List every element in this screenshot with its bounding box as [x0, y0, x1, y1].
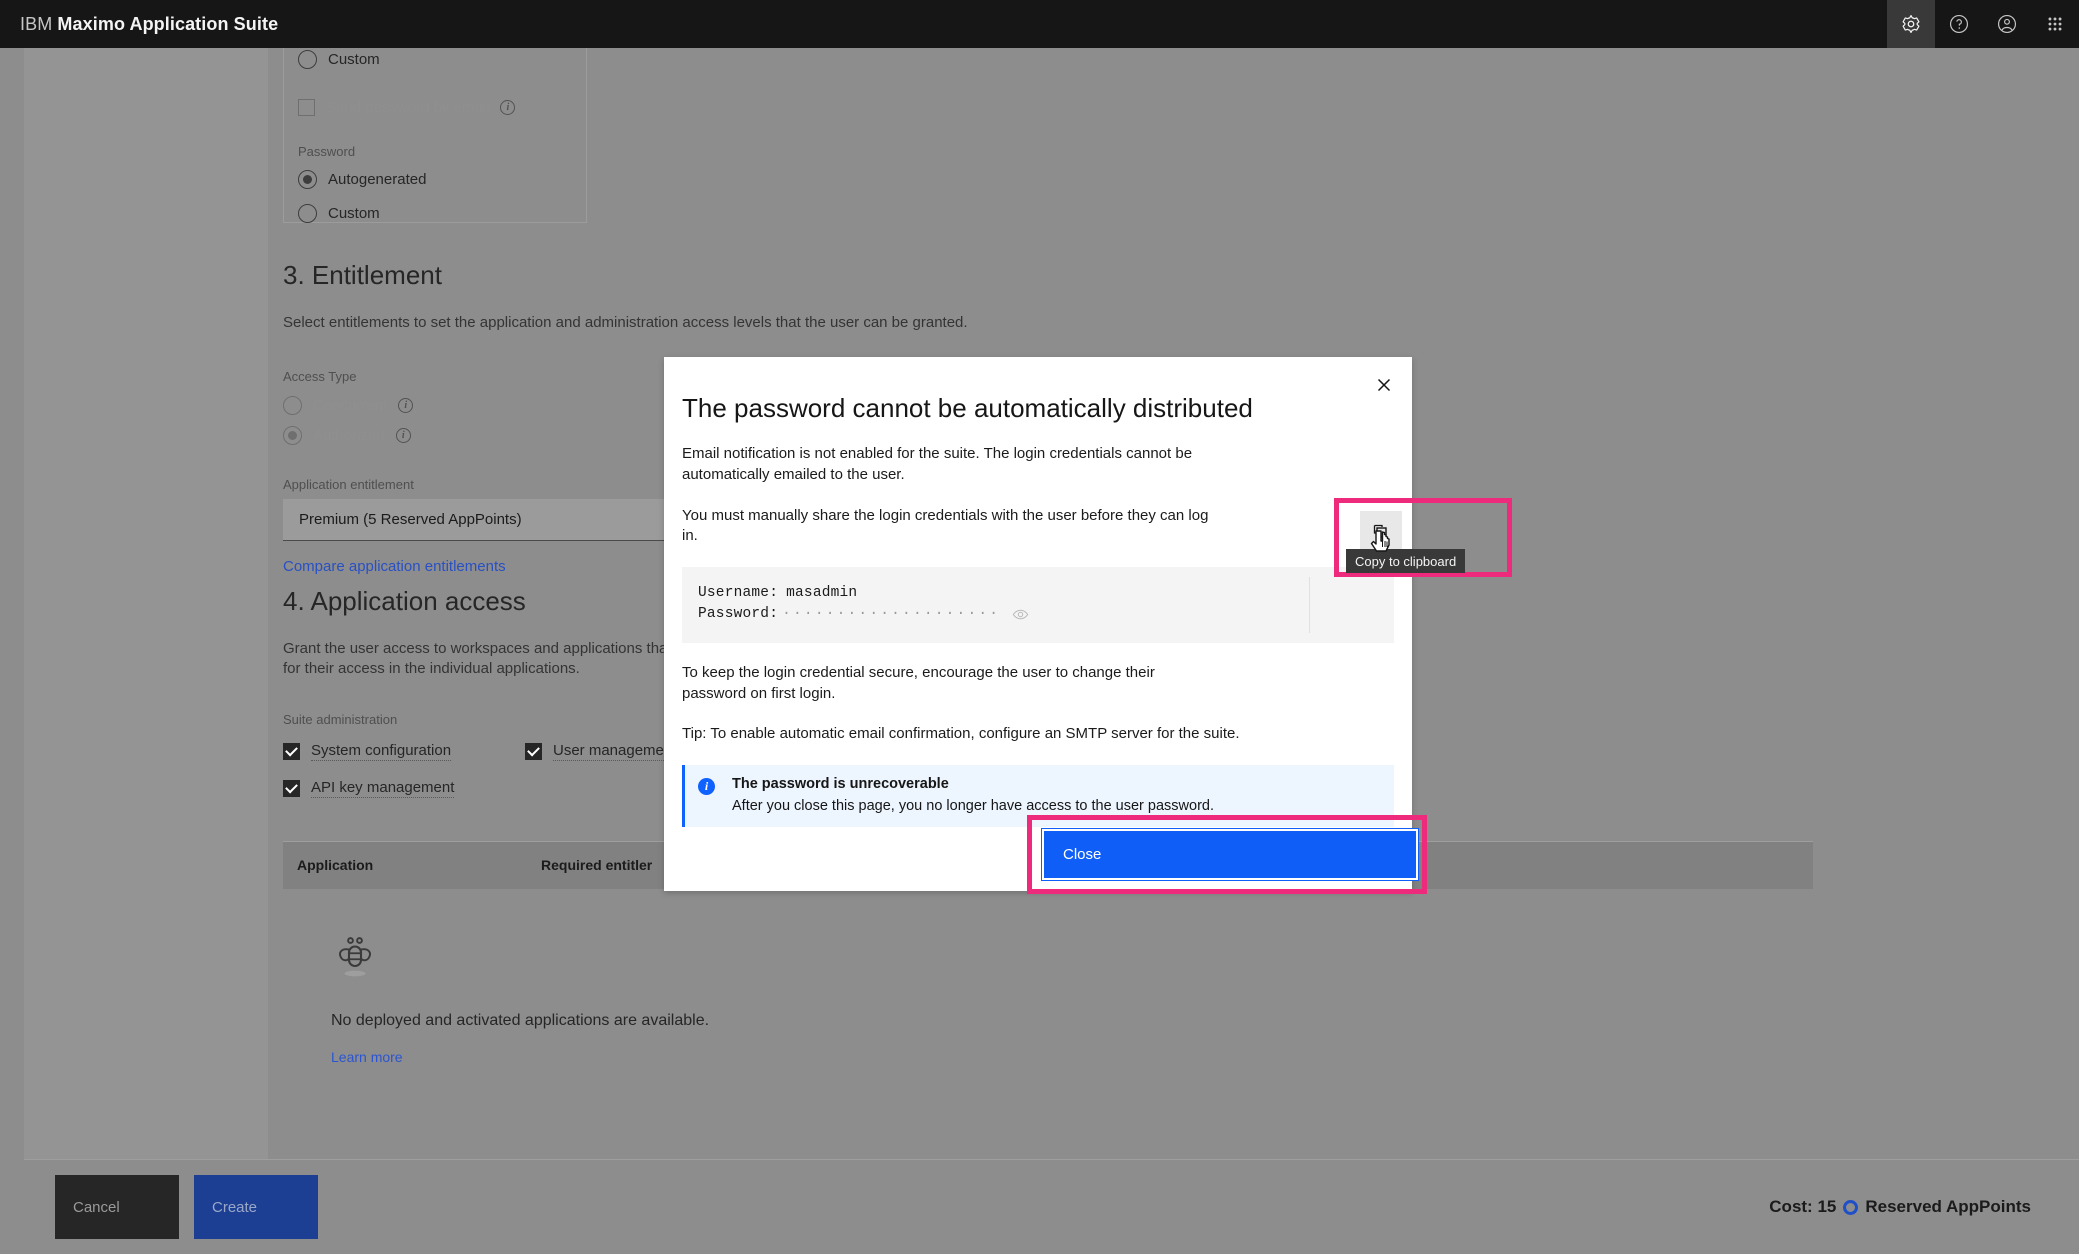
- view-icon: [1012, 609, 1029, 620]
- username-value: masadmin: [786, 584, 858, 601]
- close-icon: [1377, 378, 1391, 392]
- credentials-box: Username: masadmin Password: ···········…: [682, 566, 1394, 643]
- radio-label: Custom: [328, 50, 380, 68]
- radio-label: Custom: [328, 204, 380, 222]
- table-column-required-entitlement: Required entitler: [541, 857, 653, 873]
- select-value: Premium (5 Reserved AppPoints): [299, 511, 522, 529]
- section-description: Select entitlements to set the applicati…: [283, 314, 968, 331]
- username-label: Username:: [698, 584, 779, 601]
- app-title: IBM Maximo Application Suite: [0, 14, 278, 35]
- modal-paragraph-4: Tip: To enable automatic email confirmat…: [682, 725, 1240, 743]
- checkbox-user-management[interactable]: User management: [525, 738, 677, 766]
- radio-label: Autogenerated: [328, 170, 427, 188]
- administration-button[interactable]: [1887, 0, 1935, 48]
- password-masked-value: ····················: [782, 605, 1001, 622]
- radio-custom-top[interactable]: Custom: [298, 45, 586, 73]
- app-title-main: Maximo Application Suite: [57, 13, 279, 34]
- checkbox-send-password-by-email[interactable]: Send password by email i: [298, 93, 586, 121]
- credentials-divider: [1309, 576, 1310, 633]
- information-icon: i: [698, 778, 715, 795]
- info-icon[interactable]: i: [398, 397, 414, 413]
- help-icon: [1949, 14, 1969, 34]
- radio-label: Authorized: [313, 426, 385, 444]
- close-button[interactable]: Close: [1041, 828, 1419, 881]
- inline-notification: i The password is unrecoverable After yo…: [682, 765, 1394, 827]
- apppoints-ring-icon: [1843, 1199, 1859, 1215]
- radio-autogenerated[interactable]: Autogenerated: [298, 165, 586, 193]
- checkbox-label: API key management: [311, 779, 455, 798]
- show-password-button[interactable]: [1012, 606, 1029, 623]
- radio-custom-password[interactable]: Custom: [298, 199, 586, 227]
- learn-more-link[interactable]: Learn more: [331, 1049, 1483, 1065]
- notification-subtitle: After you close this page, you no longer…: [732, 798, 1214, 814]
- checkbox-icon: [283, 743, 300, 760]
- app-title-prefix: IBM: [20, 13, 53, 34]
- modal-body: Email notification is not enabled for th…: [664, 444, 1412, 827]
- password-group-label: Password: [298, 144, 356, 159]
- left-content-pane: [24, 48, 268, 1207]
- cost-value: Cost: 15: [1769, 1197, 1837, 1216]
- copy-to-clipboard-button[interactable]: [1360, 511, 1402, 553]
- application-entitlement-select[interactable]: Premium (5 Reserved AppPoints): [283, 499, 673, 542]
- password-distribution-modal: The password cannot be automatically dis…: [664, 357, 1412, 891]
- modal-paragraph-2: You must manually share the login creden…: [682, 506, 1209, 545]
- modal-title: The password cannot be automatically dis…: [682, 393, 1253, 423]
- cost-summary: Cost: 15 Reserved AppPoints: [1769, 1197, 2031, 1217]
- notification-title: The password is unrecoverable: [732, 776, 949, 792]
- checkbox-label: System configuration: [311, 742, 452, 761]
- cost-units: Reserved AppPoints: [1865, 1197, 2031, 1216]
- app-header: IBM Maximo Application Suite: [0, 0, 2079, 48]
- info-icon[interactable]: i: [500, 99, 516, 115]
- create-button[interactable]: Create: [194, 1175, 318, 1239]
- copy-icon: [1373, 524, 1387, 538]
- radio-label: Concurrent: [313, 396, 388, 414]
- modal-paragraph-1: Email notification is not enabled for th…: [682, 445, 1193, 483]
- table-column-application: Application: [297, 857, 374, 873]
- modal-close-icon-button[interactable]: [1356, 357, 1412, 413]
- empty-state-bee-icon: [339, 936, 371, 976]
- help-button[interactable]: [1935, 0, 1983, 48]
- checkbox-icon: [283, 780, 300, 797]
- applications-empty-state: No deployed and activated applications a…: [283, 889, 1483, 1065]
- password-line: Password: ····················: [698, 604, 1394, 625]
- user-profile-button[interactable]: [1983, 0, 2031, 48]
- radio-icon: [283, 395, 302, 415]
- radio-icon: [298, 49, 317, 69]
- form-action-bar: Cancel Create Cost: 15 Reserved AppPoint…: [24, 1159, 2079, 1254]
- checkbox-label: User management: [553, 742, 677, 761]
- gear-icon: [1902, 14, 1920, 34]
- empty-state-text: No deployed and activated applications a…: [331, 1011, 710, 1029]
- section-title: 3. Entitlement: [283, 260, 442, 290]
- left-rail: [0, 48, 24, 1207]
- app-switcher-button[interactable]: [2031, 0, 2079, 48]
- radio-icon: [298, 169, 317, 189]
- user-avatar-icon: [1997, 14, 2017, 34]
- password-label: Password:: [698, 605, 779, 622]
- cancel-button[interactable]: Cancel: [55, 1175, 179, 1239]
- checkbox-label: Send password by email: [326, 98, 490, 116]
- info-icon[interactable]: i: [395, 427, 411, 443]
- copy-tooltip: Copy to clipboard: [1346, 549, 1466, 573]
- modal-paragraph-3: To keep the login credential secure, enc…: [682, 663, 1155, 702]
- app-switcher-icon: [2048, 17, 2062, 31]
- radio-icon: [283, 425, 302, 445]
- checkbox-icon: [298, 98, 315, 116]
- username-line: Username: masadmin: [698, 583, 1394, 604]
- checkbox-system-configuration[interactable]: System configuration: [283, 738, 463, 766]
- radio-icon: [298, 203, 317, 223]
- checkbox-icon: [525, 743, 542, 760]
